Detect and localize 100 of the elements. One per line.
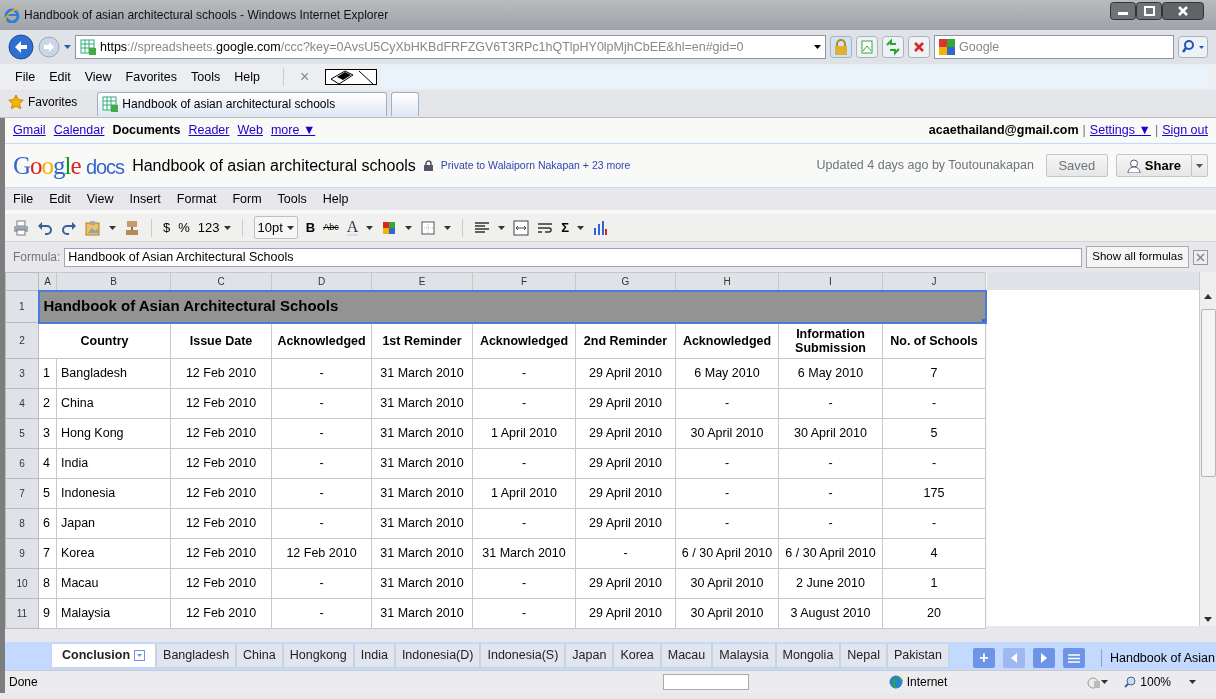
paint-format-icon[interactable] [124,219,140,236]
browser-tab[interactable]: Handbook of asian architectural schools [97,91,388,116]
zoom-level[interactable]: 100% [1140,673,1171,691]
restore-icon[interactable] [1136,2,1162,20]
column-header[interactable]: I [778,272,883,291]
row-number[interactable]: 2 [5,322,39,359]
share-menu-button[interactable] [1191,154,1208,177]
sharing-link[interactable]: Private to Walaiporn Nakapan + 23 more [440,157,631,174]
align-icon[interactable] [474,219,491,236]
show-formulas-button[interactable]: Show all formulas [1086,246,1189,268]
caret-icon[interactable] [814,45,821,49]
caret-icon[interactable] [109,225,116,230]
menu-item[interactable]: Help [227,67,267,87]
caret-icon[interactable] [223,225,231,230]
address-field[interactable]: https://spreadsheets.google.com/ccc?key=0AvsU5CyXbHKBdFRFZGV6T3RPc1hQTlpHY0lpMjhCbEE&hl=en#gid=0 [75,35,826,59]
sheet-list-button[interactable] [1062,648,1085,668]
account-link[interactable]: Sign out [1162,121,1208,140]
menu-item[interactable]: Insert [129,189,177,209]
sheet-tab[interactable]: China [236,644,283,668]
row-number[interactable]: 5 [5,418,39,449]
caret-icon[interactable] [366,225,374,230]
menu-item[interactable]: Favorites [118,67,184,87]
percent-format-button[interactable]: % [178,217,190,238]
caret-icon[interactable] [286,225,294,230]
caret-icon[interactable] [1189,680,1196,684]
sheet-tab[interactable]: Indonesia(D) [394,644,481,668]
menu-item[interactable]: Form [232,189,278,209]
next-sheet-button[interactable] [1032,648,1055,668]
sheet-tab[interactable]: Pakistan [887,644,949,668]
sheet-tab[interactable]: Malaysia [712,644,776,668]
row-number[interactable]: 4 [5,388,39,419]
formula-field[interactable]: Handbook of Asian Architectural Schools [64,247,1083,267]
menu-item[interactable]: Edit [49,189,87,209]
column-header[interactable]: H [675,272,779,291]
scroll-up-icon[interactable] [1204,294,1212,299]
column-header[interactable]: D [271,272,372,291]
strikethrough-button[interactable]: Abc [323,220,339,235]
row-number[interactable]: 9 [5,538,39,569]
nav-link[interactable]: Calendar [53,121,105,140]
sheet-tab[interactable]: Nepal [840,644,887,668]
menu-item[interactable]: View [77,67,119,87]
row-number[interactable]: 1 [5,290,39,323]
row-number[interactable]: 11 [5,598,39,629]
bold-button[interactable]: B [305,217,316,238]
scroll-down-icon[interactable] [1204,617,1212,622]
caret-icon[interactable] [577,225,585,230]
borders-icon[interactable] [420,219,437,236]
stop-icon[interactable] [908,36,930,58]
column-header[interactable]: B [56,272,171,291]
menu-item[interactable]: Help [322,189,365,209]
account-link[interactable]: Settings ▼ [1089,121,1151,140]
menu-item[interactable]: File [13,189,50,209]
sheet-tab[interactable]: Japan [565,644,614,668]
caret-icon[interactable] [444,225,452,230]
sheet-tab[interactable]: Hongkong [282,644,354,668]
back-icon[interactable] [8,34,34,60]
menu-item[interactable]: Tools [184,67,228,87]
menu-item[interactable]: View [86,189,130,209]
redo-icon[interactable] [61,219,77,236]
text-color-button[interactable]: A [346,219,359,236]
sheet-tab[interactable]: Mongolia [775,644,841,668]
column-header[interactable]: G [575,272,676,291]
sheet-tab[interactable]: India [353,644,395,668]
nav-link[interactable]: Gmail [13,121,46,140]
search-field[interactable]: Google [934,35,1174,59]
caret-icon[interactable] [1101,680,1109,684]
nav-link[interactable]: more ▼ [270,121,316,140]
row-number[interactable]: 8 [5,508,39,539]
search-icon[interactable] [1178,36,1208,58]
refresh-icon[interactable] [882,36,904,58]
column-header[interactable]: E [371,272,473,291]
dropdown-icon[interactable] [134,650,146,661]
caret-icon[interactable] [1196,163,1203,168]
sum-button[interactable]: Σ [561,217,570,238]
column-header[interactable]: J [882,272,986,291]
fill-color-icon[interactable] [381,219,398,236]
merge-cells-icon[interactable] [513,219,530,236]
row-number[interactable]: 10 [5,568,39,599]
currency-format-button[interactable]: $ [163,217,171,238]
share-button[interactable]: Share [1115,154,1192,177]
caret-icon[interactable] [405,225,413,230]
column-header[interactable]: F [472,272,576,291]
minimize-icon[interactable] [1110,2,1136,20]
caret-icon[interactable] [498,225,506,230]
favorites-button[interactable]: Favorites [8,92,78,111]
sheet-tab[interactable]: Korea [613,644,661,668]
row-number[interactable]: 6 [5,448,39,479]
menu-item[interactable]: Format [176,189,233,209]
column-header[interactable]: C [170,272,272,291]
menu-item[interactable]: Edit [42,67,78,87]
nav-link[interactable]: Reader [188,121,230,140]
menu-item[interactable]: File [8,67,43,87]
scrollbar-thumb[interactable] [1200,309,1216,477]
chart-icon[interactable] [592,219,609,236]
docs-logo[interactable]: Google docs [13,146,125,185]
sheet-tab[interactable]: Bangladesh [156,644,237,668]
nav-link[interactable]: Web [237,121,263,140]
saved-button[interactable]: Saved [1045,154,1108,177]
document-title[interactable]: Handbook of asian architectural schools [132,153,416,178]
font-size-button[interactable]: 10pt [253,215,298,240]
